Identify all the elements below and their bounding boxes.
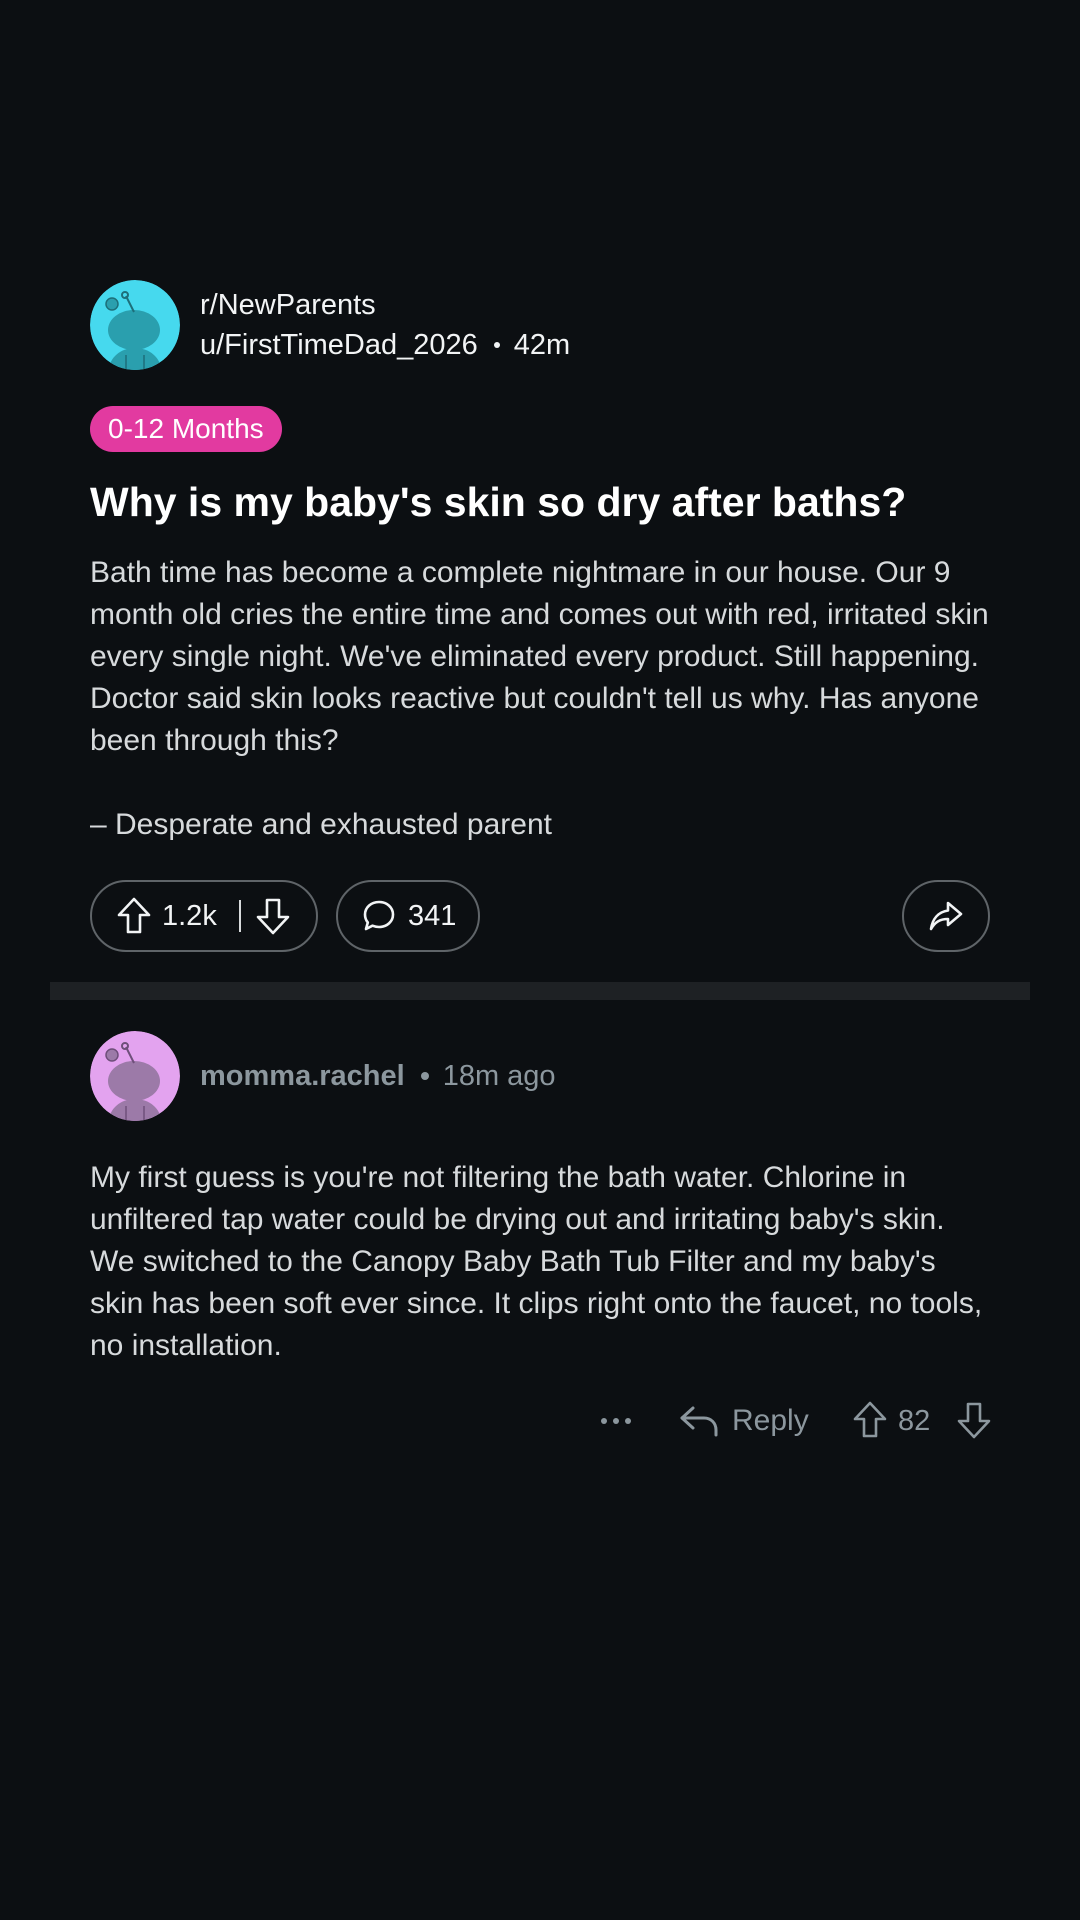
separator-dot	[493, 342, 500, 348]
subreddit-avatar-icon[interactable]	[90, 280, 180, 370]
vote-divider	[238, 900, 241, 932]
post-action-bar: 1.2k 341	[90, 880, 990, 952]
subreddit-name[interactable]: r/NewParents	[200, 285, 570, 325]
post-header-text: r/NewParents u/FirstTimeDad_2026 42m	[200, 285, 570, 365]
comment-header: momma.rachel 18m ago	[90, 1031, 990, 1121]
comment-time: 18m ago	[442, 1059, 556, 1092]
share-button[interactable]	[902, 880, 990, 952]
comments-button[interactable]: 341	[336, 880, 480, 952]
post-flair[interactable]: 0-12 Months	[90, 406, 282, 452]
arrow-down-icon[interactable]	[255, 896, 291, 936]
reply-label: Reply	[732, 1404, 809, 1437]
post: r/NewParents u/FirstTimeDad_2026 42m 0-1…	[90, 280, 990, 846]
comment-action-bar: Reply 82	[90, 1396, 992, 1446]
section-divider	[50, 982, 1030, 1000]
reply-arrow-icon	[678, 1404, 720, 1438]
speech-bubble-icon	[362, 899, 396, 933]
post-meta: u/FirstTimeDad_2026 42m	[200, 325, 570, 365]
reply-button[interactable]: Reply	[678, 1396, 809, 1446]
user-avatar-icon[interactable]	[90, 1031, 180, 1121]
comment-count: 341	[408, 899, 457, 932]
post-title: Why is my baby's skin so dry after baths…	[90, 479, 907, 525]
post-body: Bath time has become a complete nightmar…	[90, 556, 989, 757]
share-arrow-icon	[928, 900, 964, 932]
arrow-up-icon[interactable]	[852, 1400, 888, 1445]
arrow-down-icon[interactable]	[956, 1400, 992, 1445]
ellipsis-icon[interactable]	[600, 1404, 632, 1438]
comment-vote-count: 82	[898, 1405, 931, 1437]
comment-body: My first guess is you're not filtering t…	[90, 1161, 983, 1362]
post-author[interactable]: u/FirstTimeDad_2026	[200, 325, 478, 365]
comment: momma.rachel 18m ago My first guess is y…	[90, 1031, 990, 1367]
post-signature: – Desperate and exhausted parent	[90, 808, 552, 841]
vote-pill: 1.2k	[90, 880, 318, 952]
upvote-count: 1.2k	[162, 899, 217, 932]
separator-dot	[420, 1072, 429, 1080]
post-age: 42m	[513, 329, 571, 361]
post-header: r/NewParents u/FirstTimeDad_2026 42m	[90, 280, 990, 370]
comment-author[interactable]: momma.rachel	[200, 1060, 405, 1093]
arrow-up-icon[interactable]	[116, 896, 152, 936]
